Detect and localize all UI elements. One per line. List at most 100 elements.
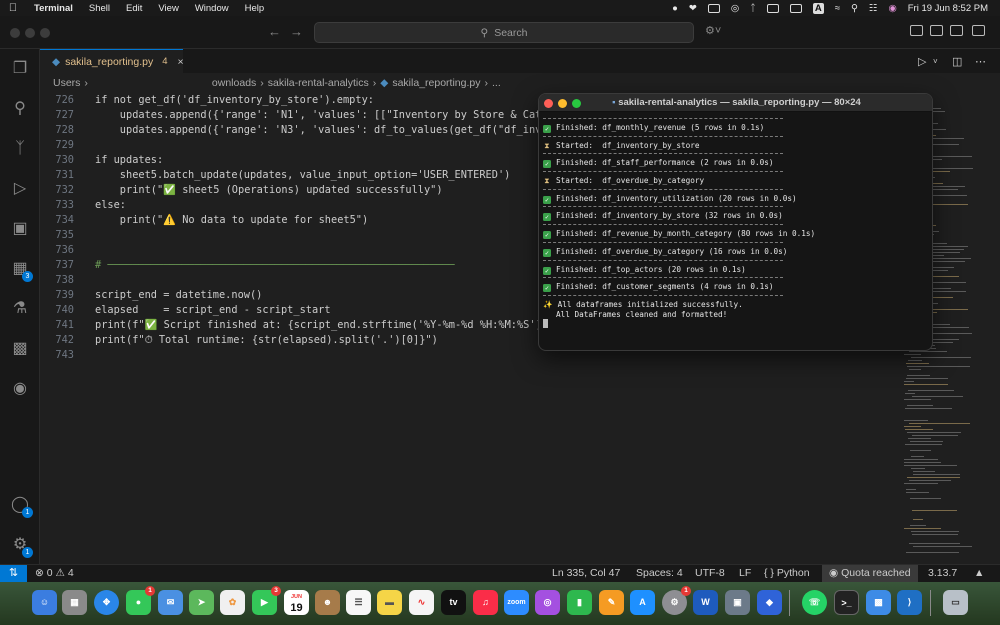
- close-window-button[interactable]: [10, 28, 20, 38]
- finder-icon[interactable]: ☺: [32, 590, 57, 615]
- clock[interactable]: Fri 19 Jun 8:52 PM: [908, 3, 988, 14]
- search-icon[interactable]: ⚲: [10, 99, 30, 119]
- calendar-icon[interactable]: JUN 19: [284, 590, 309, 615]
- wifi-icon[interactable]: ≈: [835, 3, 840, 14]
- tab-sakila-reporting[interactable]: ◆ sakila_reporting.py 4 ×: [40, 49, 184, 73]
- terminal-minimize-button[interactable]: [558, 99, 567, 108]
- dock-separator: [789, 590, 790, 616]
- siri-icon[interactable]: ◉: [888, 3, 896, 14]
- trash-icon[interactable]: ▭: [943, 590, 968, 615]
- source-control-icon[interactable]: ᛉ: [10, 139, 30, 159]
- notes-icon[interactable]: ▬: [377, 590, 402, 615]
- broadcast-icon[interactable]: ◎: [731, 3, 739, 14]
- vscode-app-icon[interactable]: ⟩: [897, 590, 922, 615]
- breadcrumb-file[interactable]: sakila_reporting.py: [392, 77, 480, 89]
- whatsapp-icon[interactable]: ☏: [802, 590, 827, 615]
- battery-icon[interactable]: [789, 3, 802, 13]
- breadcrumb-users[interactable]: Users: [53, 77, 80, 89]
- zoom-window-button[interactable]: [40, 28, 50, 38]
- encoding[interactable]: UTF-8: [695, 567, 725, 579]
- pages-icon[interactable]: ✎: [599, 590, 624, 615]
- customize-layout-icon[interactable]: [972, 25, 985, 36]
- problems-indicator[interactable]: ⊗ 0 ⚠ 4: [35, 567, 74, 579]
- menu-shell[interactable]: Shell: [81, 3, 118, 14]
- toggle-secondary-sidebar-icon[interactable]: [950, 25, 963, 36]
- finder-folder-icon[interactable]: ▩: [866, 590, 891, 615]
- terminal-zoom-button[interactable]: [572, 99, 581, 108]
- testing-icon[interactable]: ⚗: [10, 299, 30, 319]
- manage-gear-icon[interactable]: ⚙ 1: [10, 535, 33, 558]
- photos-icon[interactable]: ✿: [220, 590, 245, 615]
- run-options-chevron-icon[interactable]: ˅: [933, 57, 938, 66]
- copilot-icon[interactable]: ⚙˅: [705, 24, 721, 37]
- command-center-search[interactable]: ⚲ Search: [314, 22, 694, 43]
- control-center-icon[interactable]: ☷: [869, 3, 878, 14]
- terminal-window[interactable]: ▪ sakila-rental-analytics — sakila_repor…: [538, 93, 933, 351]
- back-arrow-icon[interactable]: ←: [268, 24, 281, 39]
- preview-icon[interactable]: ▣: [725, 590, 750, 615]
- record-icon[interactable]: ●: [672, 3, 678, 14]
- remote-indicator-icon[interactable]: ⇅: [0, 565, 27, 583]
- roblox-icon[interactable]: ◆: [757, 590, 782, 615]
- run-debug-icon[interactable]: ▷: [10, 179, 30, 199]
- spotlight-icon[interactable]: ⚲: [851, 3, 858, 14]
- prompt-line[interactable]: [543, 319, 931, 329]
- explorer-icon[interactable]: ❐: [10, 59, 30, 79]
- language-mode[interactable]: { } Python: [764, 567, 810, 579]
- input-source-icon[interactable]: A: [812, 2, 824, 14]
- window-icon[interactable]: [707, 3, 720, 13]
- apple-tv-icon[interactable]: tv: [441, 590, 466, 615]
- contacts-icon[interactable]: ☻: [315, 590, 340, 615]
- run-python-icon[interactable]: ▷: [918, 55, 926, 68]
- keyboard-icon[interactable]: [766, 3, 779, 13]
- terminal-app-icon[interactable]: >_: [834, 590, 859, 615]
- breadcrumb-downloads[interactable]: ownloads: [212, 77, 256, 89]
- menu-help[interactable]: Help: [237, 3, 273, 14]
- forward-arrow-icon[interactable]: →: [290, 24, 303, 39]
- apple-menu-icon[interactable]: : [0, 2, 26, 14]
- code-text: updates.append({'range': 'N1', 'values':…: [95, 109, 554, 121]
- safari-icon[interactable]: ✥: [94, 590, 119, 615]
- github-icon[interactable]: ◉: [10, 379, 30, 399]
- numbers-icon[interactable]: ▮: [567, 590, 592, 615]
- accounts-icon[interactable]: ◯ 1: [10, 495, 33, 518]
- copilot-quota[interactable]: ◉ Quota reached: [822, 565, 918, 583]
- separator-line: [543, 224, 783, 226]
- music-icon[interactable]: ♫: [473, 590, 498, 615]
- heart-icon[interactable]: ❤: [689, 3, 697, 14]
- extensions-icon[interactable]: ▦ 3: [10, 259, 33, 282]
- facetime-icon[interactable]: ▶ 3: [252, 586, 281, 615]
- cursor-position[interactable]: Ln 335, Col 47: [552, 567, 620, 579]
- app-store-icon[interactable]: A: [630, 590, 655, 615]
- menu-window[interactable]: Window: [187, 3, 237, 14]
- notifications-bell-icon[interactable]: ▲: [974, 567, 984, 579]
- docker-icon[interactable]: ▩: [10, 339, 30, 359]
- split-editor-icon[interactable]: ◫: [952, 55, 962, 68]
- breadcrumb-symbol[interactable]: ...: [492, 77, 501, 89]
- bluetooth-icon[interactable]: ᛏ: [750, 3, 756, 14]
- zoom-app-icon[interactable]: zoom: [504, 590, 529, 615]
- end-of-line[interactable]: LF: [739, 567, 751, 579]
- breadcrumb-folder[interactable]: sakila-rental-analytics: [268, 77, 369, 89]
- terminal-close-button[interactable]: [544, 99, 553, 108]
- microsoft-word-icon[interactable]: W: [693, 590, 718, 615]
- maps-icon[interactable]: ➤: [189, 590, 214, 615]
- menu-edit[interactable]: Edit: [118, 3, 150, 14]
- toggle-primary-sidebar-icon[interactable]: [910, 25, 923, 36]
- reminders-icon[interactable]: ☰: [346, 590, 371, 615]
- close-tab-icon[interactable]: ×: [178, 56, 184, 68]
- indentation[interactable]: Spaces: 4: [636, 567, 683, 579]
- toggle-panel-icon[interactable]: [930, 25, 943, 36]
- messages-icon[interactable]: ● 1: [126, 586, 155, 615]
- podcasts-icon[interactable]: ◎: [535, 590, 560, 615]
- launchpad-icon[interactable]: ▦: [62, 590, 87, 615]
- remote-explorer-icon[interactable]: ▣: [10, 219, 30, 239]
- menu-app-name[interactable]: Terminal: [26, 3, 81, 14]
- freeform-icon[interactable]: ∿: [409, 590, 434, 615]
- mail-icon[interactable]: ✉: [158, 590, 183, 615]
- system-settings-icon[interactable]: ⚙ 1: [662, 586, 691, 615]
- python-version[interactable]: 3.13.7: [928, 567, 957, 579]
- menu-view[interactable]: View: [150, 3, 186, 14]
- minimize-window-button[interactable]: [25, 28, 35, 38]
- more-actions-icon[interactable]: ⋯: [975, 55, 986, 68]
